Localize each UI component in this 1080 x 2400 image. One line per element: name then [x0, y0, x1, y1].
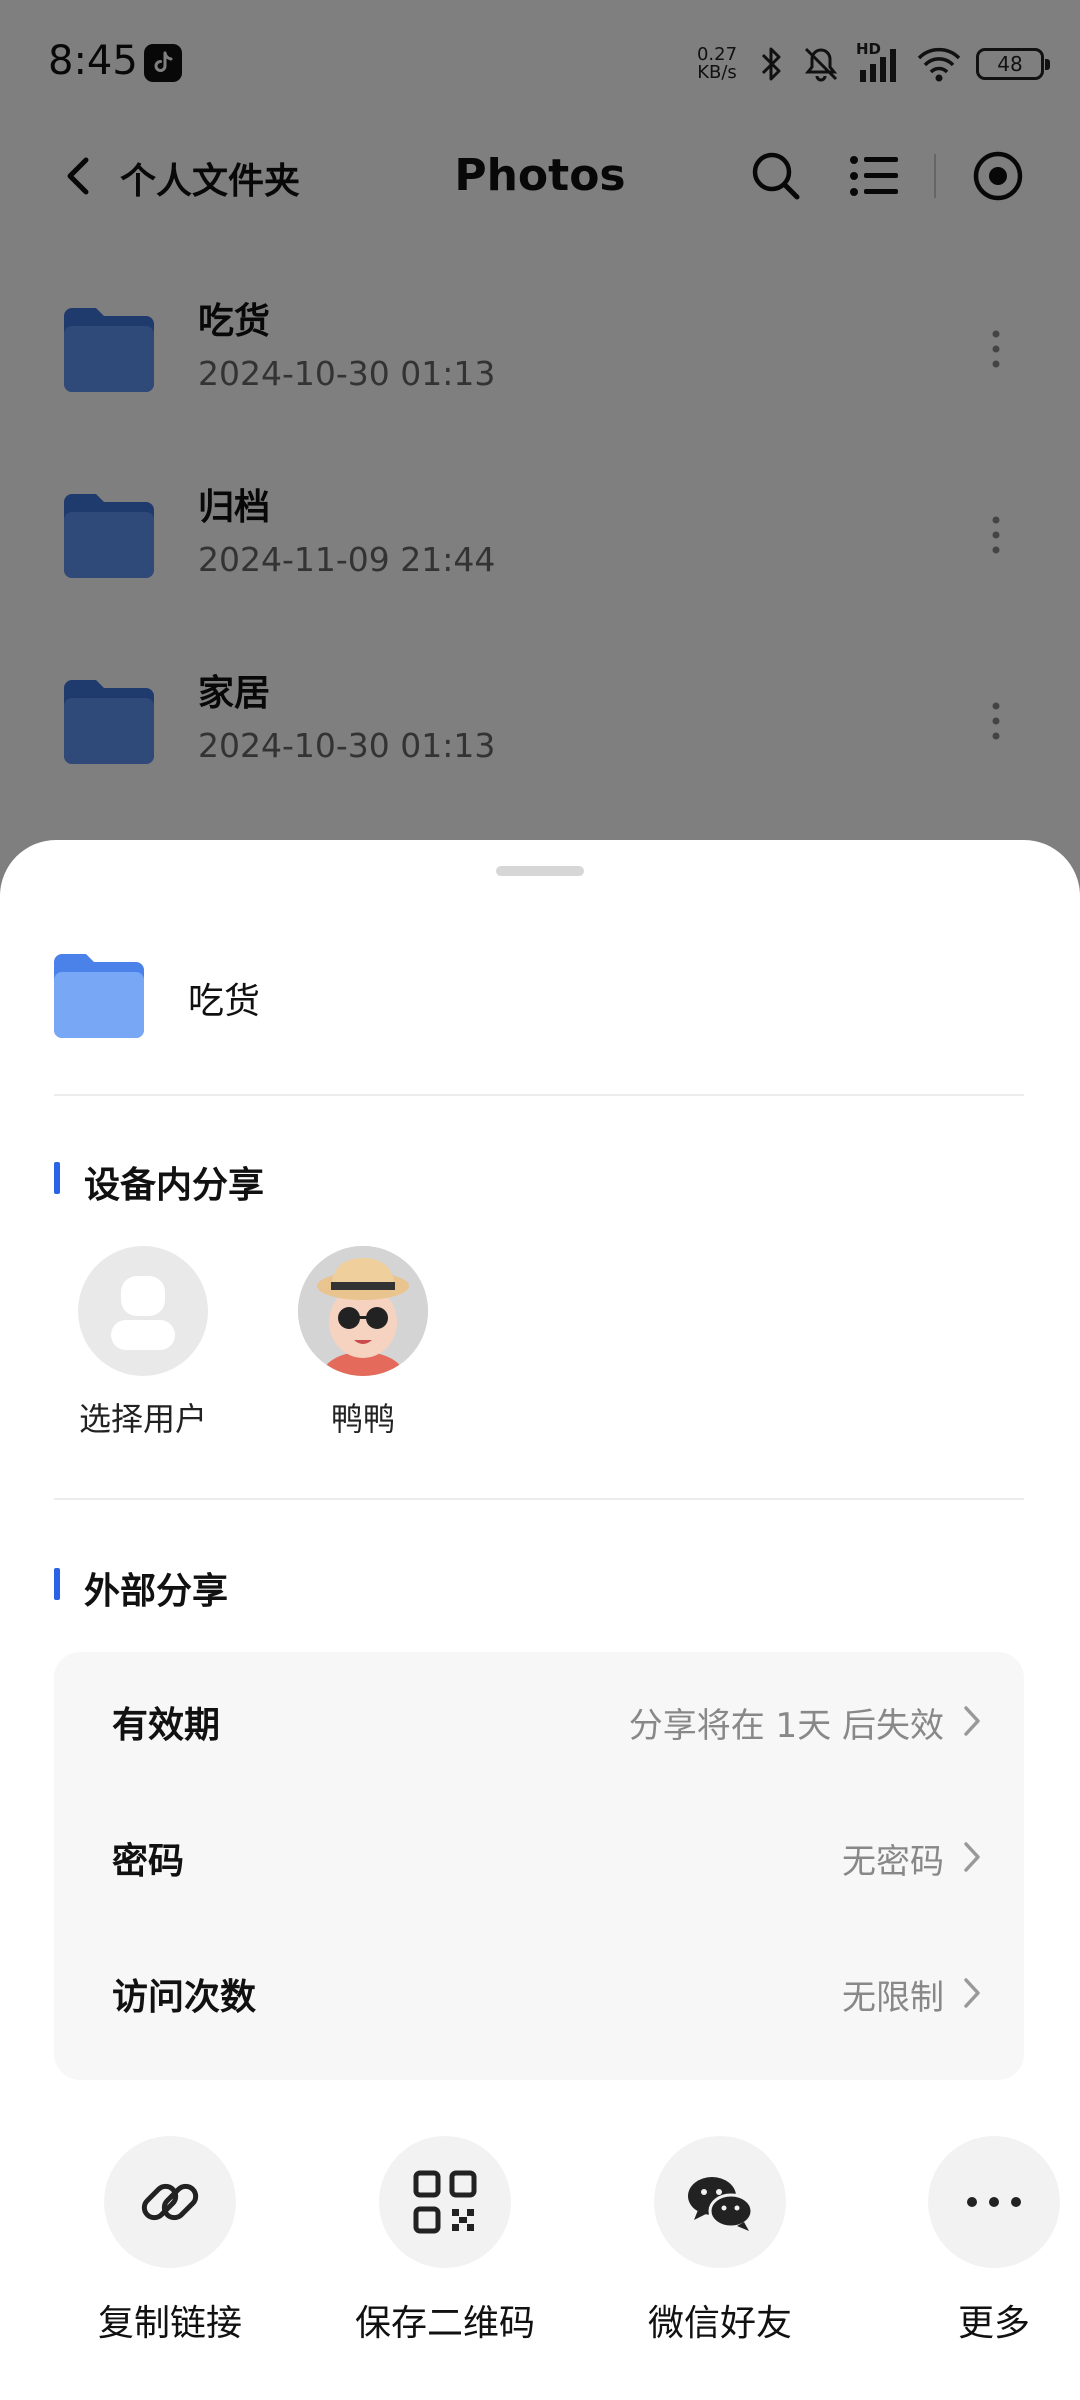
section-title-device-share: 设备内分享: [54, 1156, 264, 1208]
wechat-icon: [688, 2177, 754, 2231]
password-setting-row[interactable]: 密码 无密码: [54, 1788, 1024, 1924]
share-bottom-sheet: 吃货 设备内分享 选择用户 鸭鸭 外部分享 有效期 分享将在 1天 后失效 密码…: [0, 840, 1080, 2400]
validity-setting-row[interactable]: 有效期 分享将在 1天 后失效: [54, 1652, 1024, 1788]
shared-folder-name: 吃货: [188, 981, 261, 1022]
choose-user-button[interactable]: 选择用户: [58, 1246, 228, 1440]
user-name: 选择用户: [78, 1400, 207, 1438]
user-item[interactable]: 鸭鸭: [278, 1246, 448, 1440]
action-circle: [379, 2136, 511, 2268]
action-circle: [928, 2136, 1060, 2268]
qr-code-icon: [413, 2170, 477, 2234]
chevron-right-icon: [964, 1978, 980, 2008]
link-icon: [141, 2183, 199, 2221]
sheet-drag-handle[interactable]: [496, 866, 584, 876]
chevron-right-icon: [964, 1706, 980, 1736]
more-share-button[interactable]: 更多: [874, 2136, 1080, 2346]
save-qr-code-button[interactable]: 保存二维码: [325, 2136, 565, 2346]
access-count-setting-row[interactable]: 访问次数 无限制: [54, 1924, 1024, 2060]
chevron-right-icon: [964, 1842, 980, 1872]
share-settings-card: 有效期 分享将在 1天 后失效 密码 无密码 访问次数 无限制: [54, 1652, 1024, 2080]
folder-icon: [54, 954, 144, 1038]
wechat-friend-button[interactable]: 微信好友: [600, 2136, 840, 2346]
divider: [54, 1094, 1024, 1096]
section-accent-bar: [54, 1568, 60, 1600]
user-name: 鸭鸭: [330, 1400, 395, 1438]
action-circle: [104, 2136, 236, 2268]
copy-link-button[interactable]: 复制链接: [50, 2136, 290, 2346]
section-accent-bar: [54, 1162, 60, 1194]
action-circle: [654, 2136, 786, 2268]
divider: [54, 1498, 1024, 1500]
section-title-external-share: 外部分享: [54, 1562, 228, 1614]
user-placeholder-icon: [78, 1246, 208, 1376]
more-horizontal-icon: [967, 2197, 1021, 2207]
avatar: [298, 1246, 428, 1376]
